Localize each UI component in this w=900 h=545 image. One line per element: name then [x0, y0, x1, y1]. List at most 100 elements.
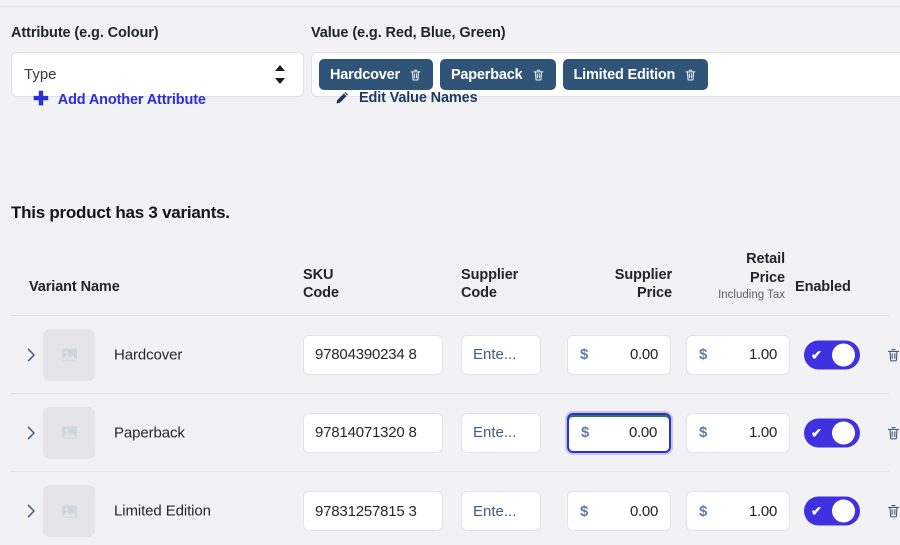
- supplier-price-input[interactable]: $ 0.00: [567, 334, 671, 375]
- value-tag-label: Paperback: [450, 66, 523, 83]
- supplier-code-placeholder: Ente...: [473, 424, 517, 441]
- supplier-price-value: 0.00: [630, 346, 658, 363]
- edit-value-names-label: Edit Value Names: [359, 90, 478, 106]
- column-header-sku-code: SKU Code: [303, 266, 339, 303]
- delete-variant-button[interactable]: [886, 425, 900, 441]
- enabled-toggle[interactable]: ✔: [804, 496, 860, 526]
- column-header-sku-code-line1: SKU: [303, 266, 334, 283]
- column-header-retail-price-line2: Price: [750, 269, 785, 286]
- column-header-sku-code-line2: Code: [303, 285, 339, 302]
- table-row: Limited Edition 97831257815 3 Ente... $ …: [11, 472, 900, 545]
- chevron-right-icon[interactable]: [23, 347, 39, 363]
- attribute-select-value: Type: [24, 66, 57, 83]
- currency-symbol: $: [580, 502, 589, 520]
- column-header-supplier-code-line2: Code: [461, 285, 497, 302]
- supplier-code-input[interactable]: Ente...: [461, 334, 541, 375]
- variant-name: Limited Edition: [114, 502, 211, 520]
- table-row: Hardcover 97804390234 8 Ente... $ 0.00 $…: [11, 316, 900, 394]
- attribute-label: Attribute (e.g. Colour): [11, 25, 159, 41]
- supplier-code-placeholder: Ente...: [473, 346, 517, 363]
- supplier-price-input[interactable]: $ 0.00: [567, 491, 671, 531]
- variants-page: Attribute (e.g. Colour) Value (e.g. Red,…: [0, 0, 900, 545]
- sku-code-value: 97831257815 3: [315, 502, 417, 520]
- variant-name: Hardcover: [114, 346, 183, 363]
- column-header-retail-price: Retail Price Including Tax: [673, 250, 785, 303]
- value-tag-limited-edition[interactable]: Limited Edition: [562, 59, 709, 90]
- enabled-toggle[interactable]: ✔: [804, 418, 860, 447]
- check-icon: ✔: [811, 347, 822, 362]
- delete-variant-button[interactable]: [886, 503, 900, 519]
- supplier-code-input[interactable]: Ente...: [461, 412, 541, 453]
- add-another-attribute-button[interactable]: ✚ Add Another Attribute: [33, 90, 206, 109]
- variant-thumbnail[interactable]: [43, 485, 95, 537]
- toggle-knob: [832, 499, 855, 523]
- variants-table: Variant Name SKU Code Supplier Code Supp…: [11, 238, 900, 545]
- check-icon: ✔: [811, 503, 822, 519]
- currency-symbol: $: [580, 346, 589, 363]
- table-row: Paperback 97814071320 8 Ente... $ 0.00 $…: [11, 394, 900, 472]
- column-header-supplier-price: Supplier Price: [556, 266, 672, 303]
- trash-icon[interactable]: [532, 68, 545, 82]
- column-header-retail-price-subtitle: Including Tax: [718, 289, 785, 302]
- chevron-down-icon[interactable]: [275, 78, 285, 84]
- attribute-actions: ✚ Add Another Attribute Edit Value Names: [0, 88, 900, 118]
- column-header-retail-price-line1: Retail: [746, 251, 785, 268]
- retail-price-value: 1.00: [749, 346, 777, 363]
- retail-price-input[interactable]: $ 1.00: [686, 334, 790, 375]
- top-divider: [0, 6, 900, 7]
- sku-code-input[interactable]: 97804390234 8: [303, 334, 443, 375]
- sku-code-input[interactable]: 97814071320 8: [303, 412, 443, 453]
- currency-symbol: $: [581, 424, 590, 441]
- sku-code-value: 97804390234 8: [315, 346, 417, 363]
- retail-price-value: 1.00: [749, 424, 777, 441]
- image-placeholder-icon: [61, 425, 78, 440]
- trash-icon[interactable]: [409, 68, 422, 82]
- plus-icon: ✚: [33, 89, 49, 110]
- trash-icon[interactable]: [684, 68, 697, 82]
- add-another-attribute-label: Add Another Attribute: [57, 91, 206, 108]
- retail-price-value: 1.00: [749, 502, 777, 520]
- variants-count-title: This product has 3 variants.: [11, 203, 230, 222]
- supplier-price-input[interactable]: $ 0.00: [567, 412, 671, 453]
- value-label-wrap: Value (e.g. Red, Blue, Green): [311, 24, 506, 42]
- edit-value-names-button[interactable]: Edit Value Names: [334, 90, 478, 106]
- image-placeholder-icon: [61, 504, 78, 519]
- value-tag-label: Hardcover: [330, 66, 400, 83]
- supplier-code-input[interactable]: Ente...: [461, 491, 541, 531]
- image-placeholder-icon: [61, 347, 78, 362]
- column-header-supplier-price-line2: Price: [637, 285, 672, 302]
- check-icon: ✔: [811, 425, 822, 440]
- retail-price-input[interactable]: $ 1.00: [686, 412, 790, 453]
- attribute-label-wrap: Attribute (e.g. Colour): [11, 24, 159, 42]
- supplier-price-value: 0.00: [629, 424, 657, 441]
- toggle-knob: [832, 421, 855, 444]
- currency-symbol: $: [699, 424, 708, 441]
- supplier-code-placeholder: Ente...: [473, 502, 517, 520]
- sku-code-value: 97814071320 8: [315, 424, 417, 441]
- delete-variant-button[interactable]: [886, 347, 900, 363]
- pencil-icon: [334, 90, 350, 106]
- variant-thumbnail[interactable]: [43, 328, 95, 381]
- value-tag-label: Limited Edition: [573, 66, 676, 83]
- supplier-price-value: 0.00: [630, 502, 658, 520]
- value-tag-hardcover[interactable]: Hardcover: [319, 59, 433, 90]
- variant-thumbnail[interactable]: [43, 406, 95, 459]
- enabled-toggle[interactable]: ✔: [804, 340, 860, 369]
- variant-name: Paperback: [114, 424, 185, 441]
- column-header-supplier-code: Supplier Code: [461, 266, 518, 303]
- value-tag-paperback[interactable]: Paperback: [439, 59, 556, 90]
- column-header-variant-name: Variant Name: [29, 279, 120, 296]
- column-header-supplier-code-line1: Supplier: [461, 266, 519, 283]
- value-label: Value (e.g. Red, Blue, Green): [311, 25, 506, 41]
- column-header-enabled: Enabled: [795, 279, 851, 296]
- chevron-right-icon[interactable]: [23, 503, 39, 519]
- currency-symbol: $: [699, 502, 708, 520]
- spinner-arrows[interactable]: [273, 65, 287, 84]
- currency-symbol: $: [699, 346, 708, 363]
- retail-price-input[interactable]: $ 1.00: [686, 491, 790, 531]
- sku-code-input[interactable]: 97831257815 3: [303, 491, 443, 531]
- column-header-supplier-price-line1: Supplier: [614, 266, 672, 283]
- chevron-up-icon[interactable]: [275, 65, 285, 71]
- chevron-right-icon[interactable]: [23, 425, 39, 441]
- toggle-knob: [832, 343, 855, 366]
